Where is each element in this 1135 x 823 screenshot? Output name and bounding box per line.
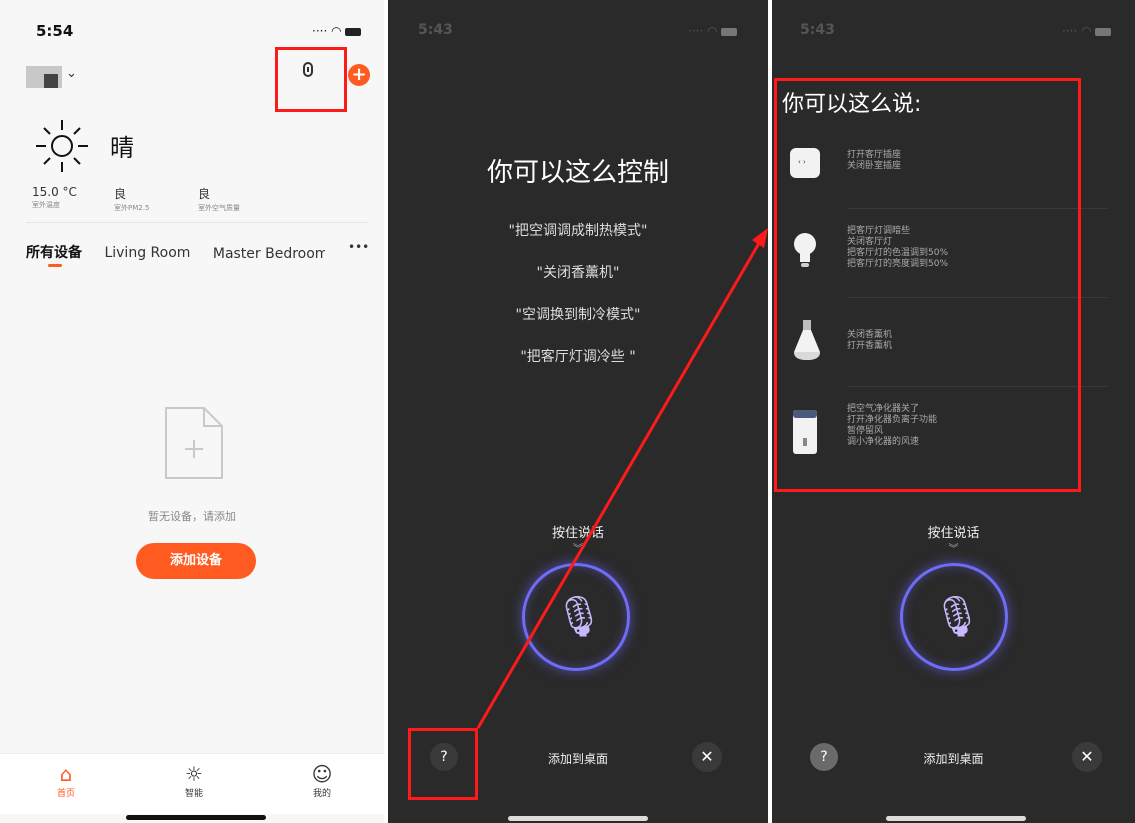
annotation-arrow <box>476 228 768 729</box>
